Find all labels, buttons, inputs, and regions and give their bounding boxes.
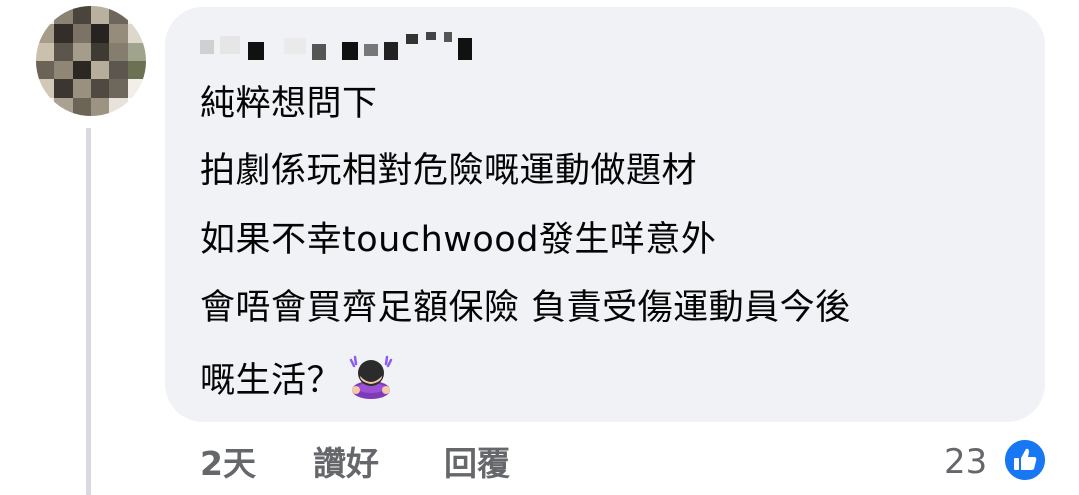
comment-line-4: 會唔會買齊足額保險 負責受傷運動員今後 [200,288,851,328]
comment-line-1: 純粹想問下 [200,84,378,124]
reply-button[interactable]: 回覆 [444,442,510,486]
thumbs-up-icon[interactable] [1002,437,1048,483]
thread-line [86,128,91,495]
comment-line-5-text: 嘅生活？ [200,361,343,401]
comment-line-5: 嘅生活？ [200,354,394,403]
woman-bowing-icon [349,355,393,399]
author-name-redacted[interactable] [200,30,475,60]
comment-timestamp[interactable]: 2天 [200,442,256,486]
comment-line-3: 如果不幸touchwood發生咩意外 [200,220,717,260]
comment-line-2: 拍劇係玩相對危險嘅運動做題材 [200,151,698,191]
reaction-count[interactable]: 23 [944,440,987,484]
avatar[interactable] [36,6,146,116]
like-button[interactable]: 讚好 [313,442,379,486]
